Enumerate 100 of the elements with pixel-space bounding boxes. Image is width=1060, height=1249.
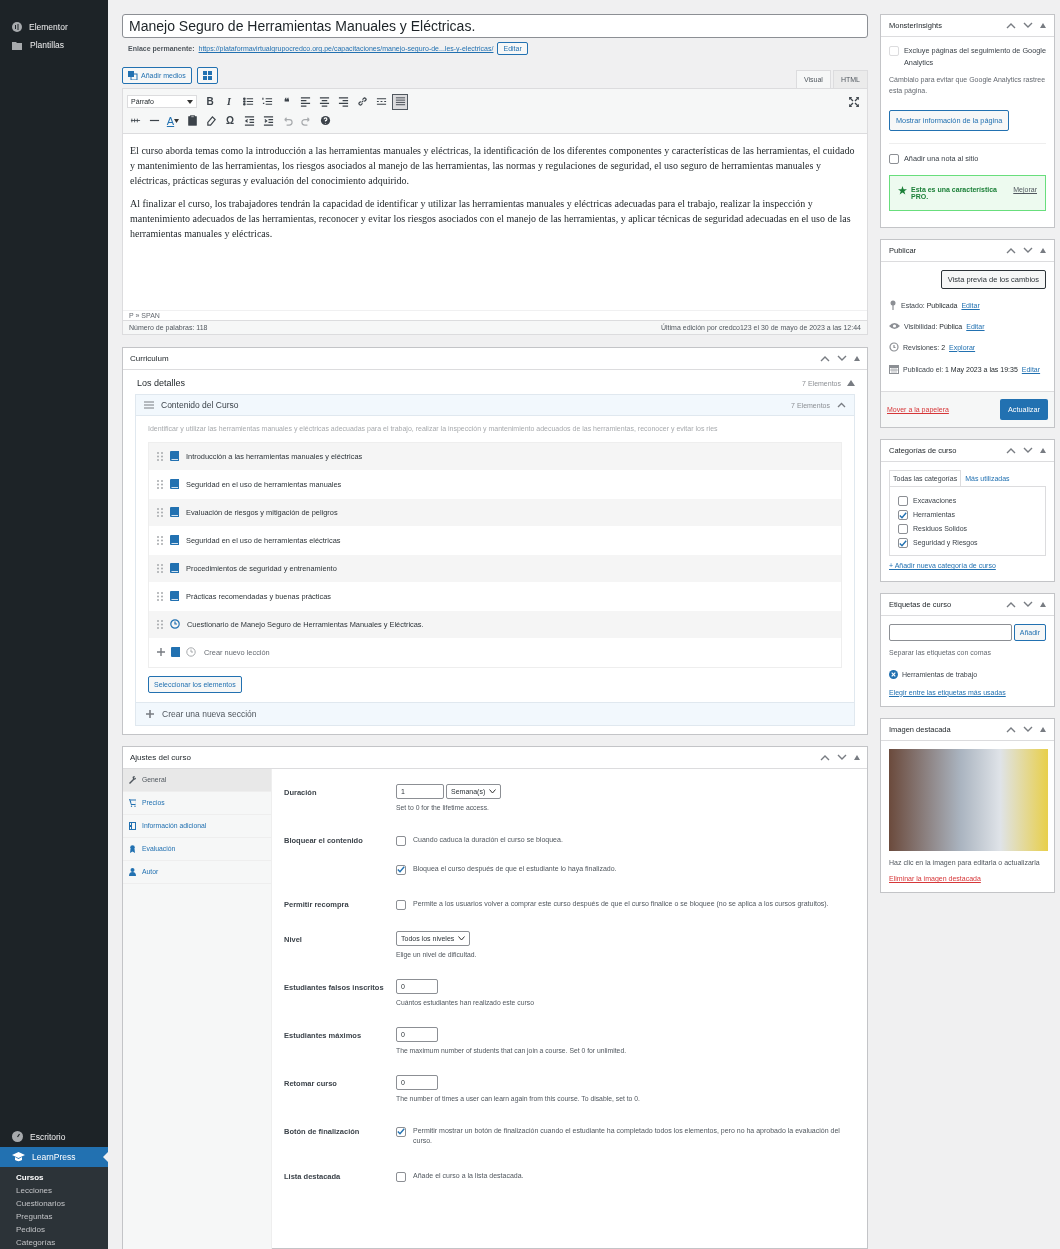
checkbox[interactable] bbox=[898, 538, 908, 548]
details-heading: Los detalles bbox=[137, 378, 186, 388]
award-icon bbox=[129, 844, 136, 853]
outdent-icon bbox=[243, 115, 255, 126]
format-button[interactable]: ❝ bbox=[278, 93, 294, 110]
sidebar-item[interactable]: Escritorio bbox=[0, 1126, 108, 1147]
checkbox[interactable] bbox=[396, 899, 406, 910]
help-icon bbox=[319, 115, 331, 126]
checkbox[interactable] bbox=[396, 864, 406, 875]
checkbox[interactable] bbox=[898, 510, 908, 520]
checkbox[interactable] bbox=[396, 1172, 406, 1183]
folder-icon bbox=[12, 40, 23, 50]
checkbox[interactable] bbox=[898, 496, 908, 506]
submenu-item[interactable]: Preguntas bbox=[0, 1210, 108, 1223]
wrench-icon bbox=[129, 775, 136, 784]
format-button[interactable]: I bbox=[221, 93, 237, 110]
history-icon bbox=[889, 342, 899, 352]
book-icon bbox=[170, 563, 179, 573]
bullets-icon bbox=[242, 96, 254, 107]
new-section-label[interactable]: Crear una nueva sección bbox=[162, 708, 257, 719]
sidebar-item[interactable]: LearnPress bbox=[0, 1147, 108, 1167]
drag-handle-icon[interactable] bbox=[157, 619, 163, 629]
collapse-triangle-icon[interactable] bbox=[1040, 726, 1046, 732]
submenu-item[interactable]: Lecciones bbox=[0, 1184, 108, 1197]
chevron-down-icon[interactable] bbox=[1023, 725, 1033, 733]
checkbox[interactable] bbox=[396, 1126, 406, 1137]
link-icon bbox=[356, 96, 368, 107]
grid-button[interactable] bbox=[196, 67, 218, 84]
new-section-row[interactable]: Crear una nueva sección bbox=[135, 702, 855, 726]
chevron-down-icon[interactable] bbox=[1023, 601, 1033, 608]
sidebar-item[interactable]: Elementor bbox=[0, 18, 108, 36]
sidebar-item[interactable]: Plantillas bbox=[0, 36, 108, 54]
panel-title: Ajustes del curso bbox=[130, 752, 191, 762]
chevron-down-icon[interactable] bbox=[837, 355, 847, 362]
aligncenter-icon bbox=[318, 96, 330, 107]
section-title[interactable]: Contenido del Curso bbox=[161, 400, 239, 410]
collapse-triangle-icon[interactable] bbox=[854, 754, 860, 760]
fullscreen-icon[interactable] bbox=[849, 96, 859, 107]
calendar-icon bbox=[889, 364, 899, 374]
drag-handle-icon[interactable] bbox=[157, 591, 163, 601]
drag-handle-icon[interactable] bbox=[157, 535, 163, 545]
collapse-triangle-icon[interactable] bbox=[854, 356, 860, 361]
drag-handle-icon[interactable] bbox=[157, 479, 163, 489]
submenu-item[interactable]: Categorías bbox=[0, 1236, 108, 1249]
checkbox[interactable] bbox=[898, 524, 908, 534]
toggle-button[interactable] bbox=[392, 93, 408, 110]
eye-icon bbox=[889, 322, 900, 330]
collapse-triangle-icon[interactable] bbox=[847, 380, 855, 386]
eraser-icon bbox=[205, 115, 217, 126]
submenu-item[interactable]: Cursos bbox=[0, 1171, 108, 1184]
chevron-up-icon[interactable] bbox=[820, 753, 830, 761]
chevron-up-icon[interactable] bbox=[1006, 447, 1016, 454]
body-paragraph: El curso aborda temas como la introducción a las herramientas manuales y eléctricas, la identificación de los diferentes componentes y características de las herramientas, el cuidado y mantenimiento de las herramientas, los riesgos asociados al manejo de las herramientas, las normas y regulaciones de seguridad, el uso seguro de herramientas manuales y eléctricas, prácticas seguras y evaluación del conocimiento adquirido. bbox=[130, 144, 856, 188]
chevron-down-icon[interactable] bbox=[837, 753, 847, 761]
color-button[interactable]: A bbox=[165, 112, 181, 129]
collapse-triangle-icon[interactable] bbox=[1040, 23, 1046, 28]
chevron-up-icon[interactable] bbox=[820, 355, 830, 362]
graduation-cap-icon bbox=[12, 1152, 25, 1162]
gauge-icon bbox=[12, 1131, 23, 1142]
chevron-up-icon[interactable] bbox=[1006, 22, 1016, 29]
format-button[interactable]: Ω bbox=[222, 112, 238, 129]
book-icon bbox=[170, 451, 179, 461]
collapse-triangle-icon[interactable] bbox=[1040, 448, 1046, 453]
chevron-down-icon[interactable] bbox=[1023, 447, 1033, 454]
chevron-up-icon[interactable] bbox=[1006, 725, 1016, 733]
submenu-item[interactable]: Pedidos bbox=[0, 1223, 108, 1236]
chevron-up-icon[interactable] bbox=[1006, 247, 1016, 254]
book-icon bbox=[170, 479, 179, 489]
collapse-triangle-icon[interactable] bbox=[1040, 602, 1046, 607]
drag-handle-icon[interactable] bbox=[157, 451, 163, 461]
chevron-up-icon[interactable] bbox=[837, 402, 846, 408]
format-button[interactable]: B bbox=[202, 93, 218, 110]
person-icon bbox=[129, 867, 136, 876]
redo-icon bbox=[300, 115, 312, 126]
post-title-field[interactable]: Manejo Seguro de Herramientas Manuales y Eléctricas. bbox=[122, 14, 868, 38]
drag-handle-icon[interactable] bbox=[157, 507, 163, 517]
remove-tag-icon[interactable] bbox=[889, 669, 898, 679]
film-icon bbox=[129, 821, 136, 830]
checkbox[interactable] bbox=[889, 154, 899, 165]
book-icon bbox=[170, 507, 179, 517]
photo-placeholder[interactable] bbox=[889, 748, 1048, 851]
book-icon bbox=[170, 591, 179, 601]
star-icon bbox=[898, 186, 907, 195]
drag-handle-icon[interactable] bbox=[157, 563, 163, 573]
submenu-item[interactable]: Cuestionarios bbox=[0, 1197, 108, 1210]
chevron-down-icon[interactable] bbox=[1023, 22, 1033, 29]
caret-icon bbox=[174, 118, 180, 123]
tag-field[interactable] bbox=[889, 624, 1012, 641]
numbers-icon bbox=[261, 96, 273, 107]
checkbox[interactable] bbox=[396, 835, 406, 846]
chevron-up-icon[interactable] bbox=[1006, 601, 1016, 608]
plus-icon bbox=[146, 709, 154, 718]
paste-icon bbox=[186, 115, 198, 126]
collapse-triangle-icon[interactable] bbox=[1040, 248, 1046, 253]
toggle-icon bbox=[394, 96, 406, 107]
clock-icon bbox=[170, 619, 180, 629]
alignleft-icon bbox=[299, 96, 311, 107]
indent-icon bbox=[262, 115, 274, 126]
plus-icon[interactable] bbox=[157, 648, 165, 656]
chevron-down-icon[interactable] bbox=[1023, 247, 1033, 254]
